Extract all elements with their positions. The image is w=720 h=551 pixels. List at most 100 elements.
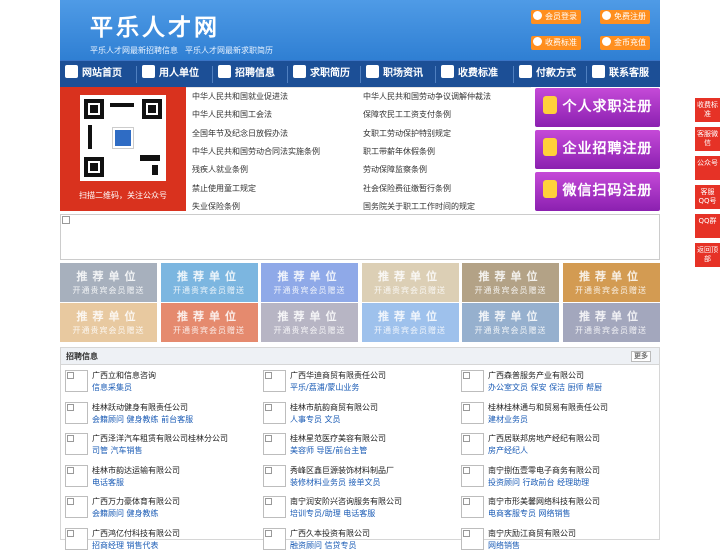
recommend-tile[interactable]: 推荐单位 开通贵宾会员赠送 <box>60 303 157 342</box>
sidebar-button[interactable]: 公众号 <box>695 156 720 180</box>
job-item[interactable]: 广西泽洋汽车租赁有限公司桂林分公司 司管 汽车销售 <box>61 429 251 455</box>
fee-standard-button[interactable]: 收费标准 <box>531 36 581 50</box>
law-link[interactable]: 国务院关于职工工作时间的规定 <box>363 201 475 212</box>
law-link[interactable]: 中华人民共和国劳动争议调解仲裁法 <box>363 91 491 102</box>
recommend-tile[interactable]: 推荐单位 开通贵宾会员赠送 <box>60 263 157 302</box>
company-name[interactable]: 桂林市航韵商贸有限公司 <box>290 402 378 413</box>
sidebar-button[interactable]: 客服QQ号 <box>695 185 720 209</box>
recommend-tile[interactable]: 推荐单位 开通贵宾会员赠送 <box>361 303 459 342</box>
latest-jobs-link[interactable]: 平乐人才网最新招聘信息 <box>90 45 178 56</box>
job-positions[interactable]: 装修材料业务员 接单文员 <box>290 477 381 488</box>
recommend-tile[interactable]: 推荐单位 开通贵宾会员赠送 <box>562 303 660 342</box>
nav-item[interactable]: 收费标准 <box>441 61 498 88</box>
job-positions[interactable]: 培训专员/助理 电话客服 <box>290 508 375 519</box>
job-item[interactable]: 桂林跃动健身有限责任公司 会籍顾问 健身教练 前台客服 <box>61 398 251 424</box>
nav-item[interactable]: 联系客服 <box>592 61 649 88</box>
company-name[interactable]: 广西泽洋汽车租赁有限公司桂林分公司 <box>92 433 228 444</box>
job-item[interactable]: 广西华迪商贸有限责任公司 平乐/荔浦/蒙山业务 <box>259 366 449 392</box>
law-link[interactable]: 女职工劳动保护特别规定 <box>363 128 451 139</box>
company-name[interactable]: 南宁捌伍壹零电子商务有限公司 <box>488 465 600 476</box>
law-link[interactable]: 全国年节及纪念日放假办法 <box>192 128 288 139</box>
personal-register-button[interactable]: 个人求职注册 <box>535 88 660 127</box>
sidebar-button[interactable]: 返回顶部 <box>695 243 720 267</box>
wechat-register-button[interactable]: 微信扫码注册 <box>535 172 660 211</box>
member-login-button[interactable]: 会员登录 <box>531 10 581 24</box>
recommend-tile[interactable]: 推荐单位 开通贵宾会员赠送 <box>361 263 459 302</box>
job-item[interactable]: 广西居联邦房地产经纪有限公司 房产经纪人 <box>457 429 647 455</box>
job-positions[interactable]: 电话客服 <box>92 477 124 488</box>
recommend-tile[interactable]: 推荐单位 开通贵宾会员赠送 <box>462 303 559 342</box>
ad-banner[interactable] <box>60 214 660 260</box>
company-name[interactable]: 桂林市韵达运输有限公司 <box>92 465 180 476</box>
job-positions[interactable]: 融资顾问 信贷专员 <box>290 540 357 551</box>
gold-recharge-button[interactable]: 金币充值 <box>600 36 650 50</box>
nav-item[interactable]: 招聘信息 <box>218 61 275 88</box>
job-item[interactable]: 桂林市航韵商贸有限公司 人事专员 文员 <box>259 398 449 424</box>
job-positions[interactable]: 会籍顾问 健身教练 <box>92 508 159 519</box>
company-name[interactable]: 广西久本投资有限公司 <box>290 528 370 539</box>
company-name[interactable]: 秀峰区鑫巨源装饰材料制品厂 <box>290 465 394 476</box>
job-positions[interactable]: 司管 汽车销售 <box>92 445 143 456</box>
job-positions[interactable]: 网络销售 <box>488 540 520 551</box>
job-positions[interactable]: 会籍顾问 健身教练 前台客服 <box>92 414 193 425</box>
company-name[interactable]: 广西鸿亿付科技有限公司 <box>92 528 180 539</box>
job-positions[interactable]: 电商客服专员 网络销售 <box>488 508 571 519</box>
sidebar-button[interactable]: 客服微信 <box>695 127 720 151</box>
job-item[interactable]: 桂林星范医疗美容有限公司 美容师 导医/前台主管 <box>259 429 449 455</box>
law-link[interactable]: 失业保险条例 <box>192 201 240 212</box>
job-item[interactable]: 南宁市形美馨网络科技有限公司 电商客服专员 网络销售 <box>457 492 647 518</box>
nav-item[interactable]: 求职简历 <box>293 61 350 88</box>
more-button[interactable]: 更多 <box>631 351 651 362</box>
company-name[interactable]: 广西华迪商贸有限责任公司 <box>290 370 386 381</box>
job-item[interactable]: 广西鸿亿付科技有限公司 招商经理 销售代表 <box>61 524 251 550</box>
recommend-tile[interactable]: 推荐单位 开通贵宾会员赠送 <box>261 303 358 342</box>
job-positions[interactable]: 建材业务员 <box>488 414 528 425</box>
job-item[interactable]: 桂林桂林通与和贸易有限责任公司 建材业务员 <box>457 398 647 424</box>
law-link[interactable]: 残疾人就业条例 <box>192 164 248 175</box>
nav-item[interactable]: 网站首页 <box>65 61 122 88</box>
company-name[interactable]: 广西立和信息咨询 <box>92 370 156 381</box>
recommend-tile[interactable]: 推荐单位 开通贵宾会员赠送 <box>160 303 258 342</box>
job-positions[interactable]: 信息采集员 <box>92 382 132 393</box>
nav-item[interactable]: 付款方式 <box>519 61 576 88</box>
company-name[interactable]: 广西森普服务产业有限公司 <box>488 370 584 381</box>
company-name[interactable]: 南宁市形美馨网络科技有限公司 <box>488 496 600 507</box>
law-link[interactable]: 禁止使用童工规定 <box>192 183 256 194</box>
recommend-tile[interactable]: 推荐单位 开通贵宾会员赠送 <box>160 263 258 302</box>
company-name[interactable]: 广西居联邦房地产经纪有限公司 <box>488 433 600 444</box>
law-link[interactable]: 中华人民共和国就业促进法 <box>192 91 288 102</box>
company-name[interactable]: 桂林星范医疗美容有限公司 <box>290 433 386 444</box>
recommend-tile[interactable]: 推荐单位 开通贵宾会员赠送 <box>261 263 358 302</box>
job-item[interactable]: 秀峰区鑫巨源装饰材料制品厂 装修材料业务员 接单文员 <box>259 461 449 487</box>
law-link[interactable]: 中华人民共和国劳动合同法实施条例 <box>192 146 320 157</box>
latest-resumes-link[interactable]: 平乐人才网最新求职简历 <box>185 45 273 56</box>
sidebar-button[interactable]: QQ群 <box>695 214 720 238</box>
job-item[interactable]: 广西万力豪体育有限公司 会籍顾问 健身教练 <box>61 492 251 518</box>
law-link[interactable]: 职工带薪年休假条例 <box>363 146 435 157</box>
company-name[interactable]: 南宁润安阶兴咨询服务有限公司 <box>290 496 402 507</box>
job-item[interactable]: 南宁捌伍壹零电子商务有限公司 投资顾问 行政前台 经理助理 <box>457 461 647 487</box>
sidebar-button[interactable]: 收费标准 <box>695 98 720 122</box>
law-link[interactable]: 保障农民工工资支付条例 <box>363 109 451 120</box>
job-item[interactable]: 广西森普服务产业有限公司 办公室文员 保安 保洁 厨师 帮厨 <box>457 366 647 392</box>
job-positions[interactable]: 平乐/荔浦/蒙山业务 <box>290 382 359 393</box>
company-name[interactable]: 广西万力豪体育有限公司 <box>92 496 180 507</box>
recommend-tile[interactable]: 推荐单位 开通贵宾会员赠送 <box>562 263 660 302</box>
company-name[interactable]: 桂林跃动健身有限责任公司 <box>92 402 188 413</box>
job-positions[interactable]: 美容师 导医/前台主管 <box>290 445 367 456</box>
job-positions[interactable]: 办公室文员 保安 保洁 厨师 帮厨 <box>488 382 602 393</box>
job-positions[interactable]: 投资顾问 行政前台 经理助理 <box>488 477 589 488</box>
job-item[interactable]: 广西久本投资有限公司 融资顾问 信贷专员 <box>259 524 449 550</box>
law-link[interactable]: 中华人民共和国工会法 <box>192 109 272 120</box>
nav-item[interactable]: 用人单位 <box>142 61 199 88</box>
law-link[interactable]: 社会保险费征缴暂行条例 <box>363 183 451 194</box>
job-item[interactable]: 广西立和信息咨询 信息采集员 <box>61 366 251 392</box>
company-name[interactable]: 南宁庆励江商贸有限公司 <box>488 528 576 539</box>
job-positions[interactable]: 房产经纪人 <box>488 445 528 456</box>
job-positions[interactable]: 人事专员 文员 <box>290 414 341 425</box>
job-positions[interactable]: 招商经理 销售代表 <box>92 540 159 551</box>
company-register-button[interactable]: 企业招聘注册 <box>535 130 660 169</box>
free-register-button[interactable]: 免费注册 <box>600 10 650 24</box>
company-name[interactable]: 桂林桂林通与和贸易有限责任公司 <box>488 402 608 413</box>
job-item[interactable]: 南宁庆励江商贸有限公司 网络销售 <box>457 524 647 550</box>
